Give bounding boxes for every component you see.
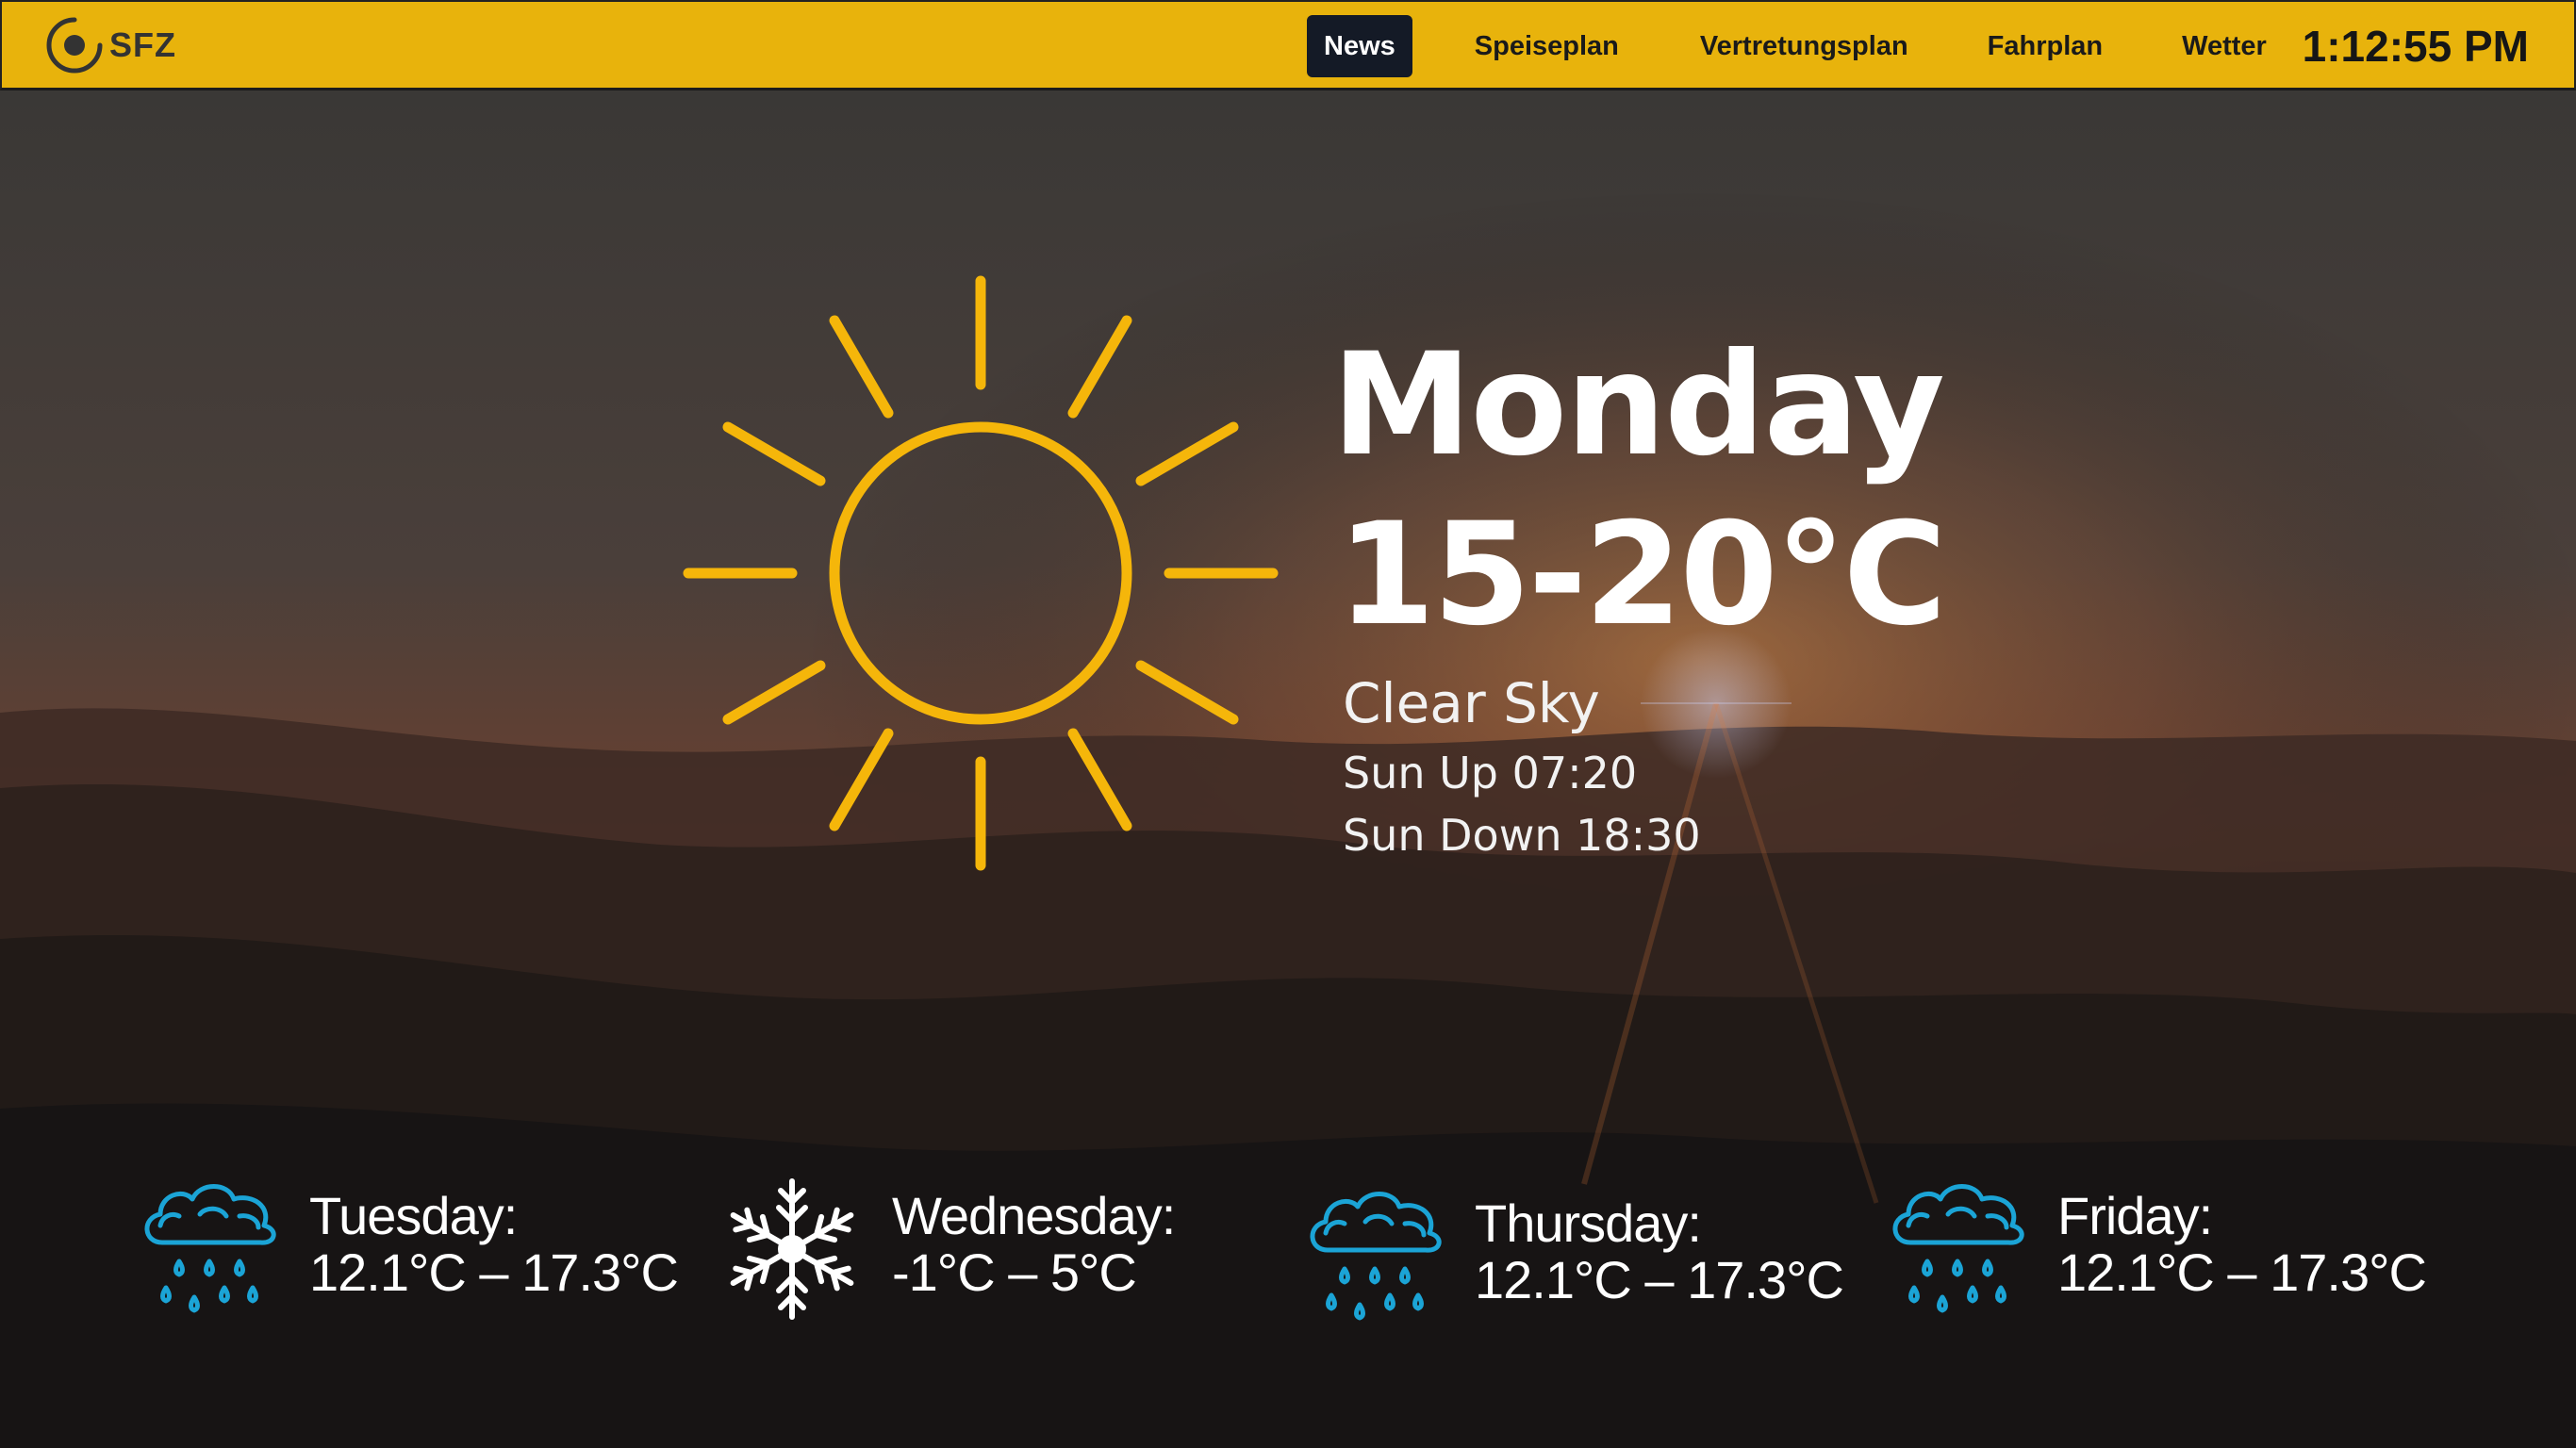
sunset-time: Sun Down 18:30 [1343,810,1701,861]
forecast-day: Thursday: [1475,1193,1702,1253]
nav-item-wetter[interactable]: Wetter [2165,15,2284,77]
logo-text: SFZ [109,25,176,64]
logo-icon [46,17,103,74]
forecast-day: Tuesday: [309,1186,518,1245]
nav-item-vertretungsplan[interactable]: Vertretungsplan [1683,15,1925,77]
forecast-range: 12.1°C – 17.3°C [1475,1250,1844,1309]
forecast-range: 12.1°C – 17.3°C [309,1242,679,1302]
today-temperature: 15-20°C [1337,493,1947,657]
rain-cloud-icon [1882,1169,2033,1329]
nav-item-news[interactable]: News [1307,15,1412,77]
sun-icon [679,272,1282,875]
forecast-day: Friday: [2057,1186,2213,1245]
rain-cloud-icon [1299,1176,1450,1337]
forecast-range: 12.1°C – 17.3°C [2057,1242,2427,1302]
forecast-friday: Friday: 12.1°C – 17.3°C [1882,1169,2448,1329]
rain-cloud-icon [134,1169,285,1329]
sunrise-time: Sun Up 07:20 [1343,748,1638,798]
snowflake-icon [717,1169,867,1329]
logo[interactable]: SFZ [45,15,176,75]
today-condition: Clear Sky [1343,671,1600,735]
weather-screen: SFZ News Speiseplan Vertretungsplan Fahr… [0,0,2576,1448]
main-nav: News Speiseplan Vertretungsplan Fahrplan… [1307,15,2284,77]
forecast-thursday: Thursday: 12.1°C – 17.3°C [1299,1176,1865,1337]
forecast-wednesday: Wednesday: -1°C – 5°C [717,1169,1282,1329]
forecast-range: -1°C – 5°C [892,1242,1137,1302]
top-bar: SFZ News Speiseplan Vertretungsplan Fahr… [0,0,2576,90]
today-day: Monday [1331,323,1945,487]
forecast-tuesday: Tuesday: 12.1°C – 17.3°C [134,1169,700,1329]
nav-item-fahrplan[interactable]: Fahrplan [1971,15,2120,77]
clock: 1:12:55 PM [2302,22,2529,71]
nav-item-speiseplan[interactable]: Speiseplan [1458,15,1636,77]
forecast-day: Wednesday: [892,1186,1176,1245]
